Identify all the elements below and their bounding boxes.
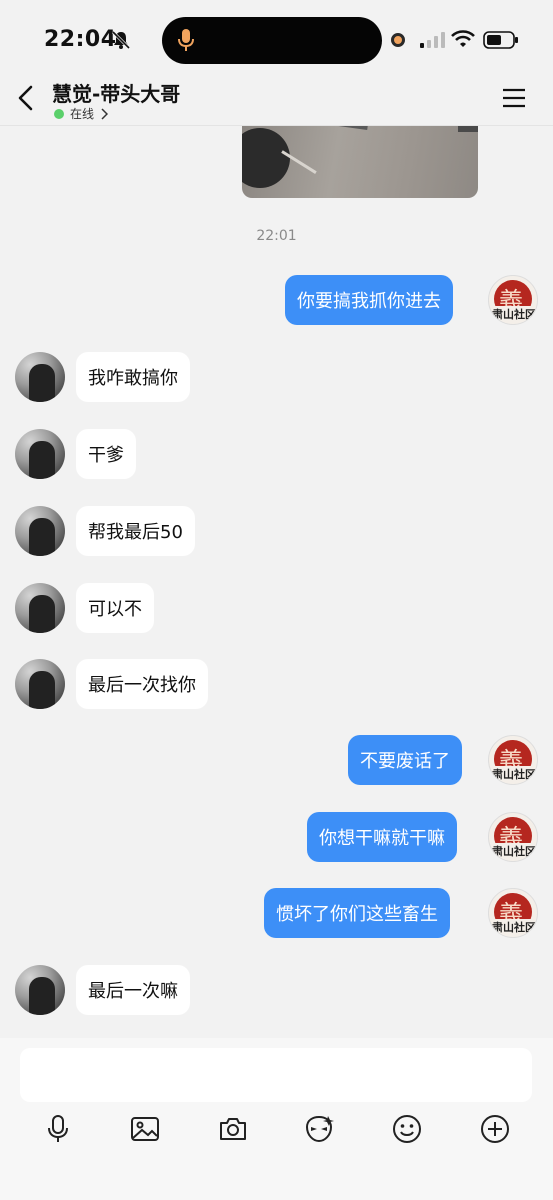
input-bar — [0, 1038, 553, 1200]
emoji-icon[interactable] — [391, 1113, 423, 1145]
contact-avatar[interactable] — [15, 506, 65, 556]
back-arrow-icon[interactable] — [14, 84, 38, 112]
wifi-icon — [451, 30, 475, 47]
message-bubble-outgoing[interactable]: 你要搞我抓你进去 — [285, 275, 453, 325]
status-time: 22:04 — [44, 27, 117, 52]
mic-icon[interactable] — [42, 1113, 74, 1145]
plus-icon[interactable] — [479, 1113, 511, 1145]
message-bubble-incoming[interactable]: 最后一次嘛 — [76, 965, 190, 1015]
contact-avatar[interactable] — [15, 429, 65, 479]
chat-area[interactable]: 22:01 你要搞我抓你进去 義 肃山社区 我咋敢搞你 干爹 帮我最后50 可以… — [0, 126, 553, 1038]
message-bubble-outgoing[interactable]: 惯坏了你们这些畜生 — [264, 888, 450, 938]
chevron-right-icon — [101, 107, 109, 120]
chat-header: 慧觉-带头大哥 在线 — [0, 70, 553, 126]
status-bar: 22:04 — [0, 0, 553, 80]
self-avatar[interactable]: 義 肃山社区 — [488, 735, 538, 785]
recording-indicator — [391, 33, 405, 47]
message-bubble-incoming[interactable]: 帮我最后50 — [76, 506, 195, 556]
presence-label: 在线 — [70, 107, 95, 121]
contact-avatar[interactable] — [15, 352, 65, 402]
contact-avatar[interactable] — [15, 583, 65, 633]
self-avatar[interactable]: 義 肃山社区 — [488, 888, 538, 938]
battery-icon — [483, 31, 518, 49]
cellular-signal-icon — [420, 32, 445, 48]
online-dot-icon — [54, 108, 64, 119]
contact-name[interactable]: 慧觉-带头大哥 — [52, 78, 180, 107]
message-input[interactable] — [20, 1048, 532, 1102]
message-bubble-outgoing[interactable]: 不要废话了 — [348, 735, 462, 785]
contact-avatar[interactable] — [15, 659, 65, 709]
self-avatar[interactable]: 義 肃山社区 — [488, 275, 538, 325]
image-icon[interactable] — [129, 1113, 161, 1145]
image-message[interactable] — [242, 126, 478, 198]
message-bubble-incoming[interactable]: 我咋敢搞你 — [76, 352, 190, 402]
camera-icon[interactable] — [217, 1113, 249, 1145]
muted-bell-icon — [111, 30, 131, 50]
message-bubble-incoming[interactable]: 最后一次找你 — [76, 659, 208, 709]
message-bubble-outgoing[interactable]: 你想干嘛就干嘛 — [307, 812, 457, 862]
menu-icon[interactable] — [502, 88, 526, 108]
sticker-icon[interactable] — [303, 1113, 335, 1145]
message-bubble-incoming[interactable]: 可以不 — [76, 583, 154, 633]
contact-avatar[interactable] — [15, 965, 65, 1015]
message-bubble-incoming[interactable]: 干爹 — [76, 429, 136, 479]
mic-active-icon — [178, 29, 194, 51]
self-avatar[interactable]: 義 肃山社区 — [488, 812, 538, 862]
message-timestamp: 22:01 — [256, 228, 297, 244]
presence-status[interactable]: 在线 — [54, 105, 109, 122]
